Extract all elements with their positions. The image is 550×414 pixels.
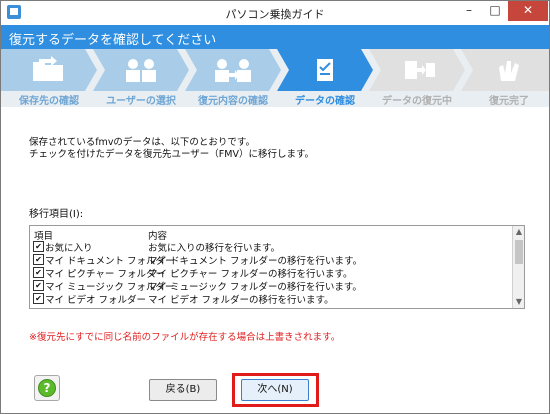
step-label: データの復元中 xyxy=(382,96,452,107)
maximize-button[interactable]: □ xyxy=(482,1,508,21)
scroll-down-icon[interactable]: ▼ xyxy=(513,296,524,307)
migration-items-label: 移行項目(I): xyxy=(29,209,84,220)
minimize-button[interactable]: – xyxy=(456,1,482,21)
item-description: マイ ビデオ フォルダーの移行を行います。 xyxy=(148,295,334,306)
step-label: ユーザーの選択 xyxy=(106,96,176,107)
step-user-select: ユーザーの選択 xyxy=(93,49,189,107)
close-button[interactable]: ✕ xyxy=(508,1,548,21)
step-label: 復元完了 xyxy=(489,96,529,107)
scroll-thumb[interactable] xyxy=(515,240,523,264)
intro-line: チェックを付けたデータを復元先ユーザー（FMV）に移行します。 xyxy=(29,149,315,160)
item-description: マイ ミュージック フォルダーの移行を行います。 xyxy=(148,282,362,293)
item-checkbox[interactable]: ✔ xyxy=(33,267,44,278)
page-header: 復元するデータを確認してください xyxy=(1,25,549,49)
list-item[interactable]: ✔ お気に入り お気に入りの移行を行います。 xyxy=(30,240,510,254)
item-name: マイ ビデオ フォルダー xyxy=(45,295,147,306)
item-description: お気に入りの移行を行います。 xyxy=(148,243,281,254)
step-restore-complete: 復元完了 xyxy=(461,49,550,107)
step-backup-location: 保存先の確認 xyxy=(1,49,97,107)
scroll-up-icon[interactable]: ▲ xyxy=(513,226,524,237)
main-content: 保存されているfmvのデータは、以下のとおりです。 チェックを付けたデータを復元… xyxy=(1,107,549,413)
back-button[interactable]: 戻る(B) xyxy=(149,379,217,401)
overwrite-warning: ※復元先にすでに同じ名前のファイルが存在する場合は上書きされます。 xyxy=(29,332,341,343)
item-checkbox[interactable]: ✔ xyxy=(33,280,44,291)
help-icon: ? xyxy=(38,379,56,397)
user-transfer-icon xyxy=(215,59,251,82)
copy-icon xyxy=(405,61,435,79)
wizard-steps: 保存先の確認 ユーザーの選択 復元内容の確認 データの確認 データの復元中 復元… xyxy=(1,49,549,107)
next-button[interactable]: 次へ(N) xyxy=(241,379,309,401)
step-restore-content: 復元内容の確認 xyxy=(185,49,281,107)
item-description: マイ ピクチャー フォルダーの移行を行います。 xyxy=(148,269,353,280)
help-button[interactable]: ? xyxy=(34,375,60,401)
item-checkbox[interactable]: ✔ xyxy=(33,254,44,265)
list-item[interactable]: ✔ マイ ビデオ フォルダー マイ ビデオ フォルダーの移行を行います。 xyxy=(30,292,510,306)
item-checkbox[interactable]: ✔ xyxy=(33,241,44,252)
list-header: 項目 内容 xyxy=(30,228,510,242)
users-icon xyxy=(126,59,156,82)
migration-items-list[interactable]: 項目 内容 ✔ お気に入り お気に入りの移行を行います。 ✔ マイ ドキュメント… xyxy=(29,225,525,309)
page-title: 復元するデータを確認してください xyxy=(9,33,217,48)
intro-line: 保存されているfmvのデータは、以下のとおりです。 xyxy=(29,137,255,148)
step-label: 復元内容の確認 xyxy=(198,96,268,107)
folder-arrow-icon xyxy=(33,56,63,81)
item-checkbox[interactable]: ✔ xyxy=(33,293,44,304)
clap-icon xyxy=(499,61,519,81)
document-check-icon xyxy=(317,59,333,81)
step-data-restoring: データの復元中 xyxy=(369,49,465,107)
step-label: データの確認 xyxy=(295,96,355,107)
intro-text: 保存されているfmvのデータは、以下のとおりです。 チェックを付けたデータを復元… xyxy=(29,137,314,161)
item-name: お気に入り xyxy=(45,243,93,254)
list-item[interactable]: ✔ マイ ミュージック フォルダー マイ ミュージック フォルダーの移行を行いま… xyxy=(30,279,510,293)
step-label: 保存先の確認 xyxy=(19,96,79,107)
list-item[interactable]: ✔ マイ ピクチャー フォルダー マイ ピクチャー フォルダーの移行を行います。 xyxy=(30,266,510,280)
title-bar: パソコン乗換ガイド – □ ✕ xyxy=(1,1,549,25)
item-description: マイ ドキュメント フォルダーの移行を行います。 xyxy=(148,256,363,267)
list-item[interactable]: ✔ マイ ドキュメント フォルダー マイ ドキュメント フォルダーの移行を行いま… xyxy=(30,253,510,267)
item-name: マイ ピクチャー フォルダー xyxy=(45,269,165,280)
list-scrollbar[interactable]: ▲ ▼ xyxy=(512,226,524,308)
app-window: パソコン乗換ガイド – □ ✕ 復元するデータを確認してください 保存先の確認 … xyxy=(0,0,550,414)
step-data-confirm: データの確認 xyxy=(277,49,373,107)
